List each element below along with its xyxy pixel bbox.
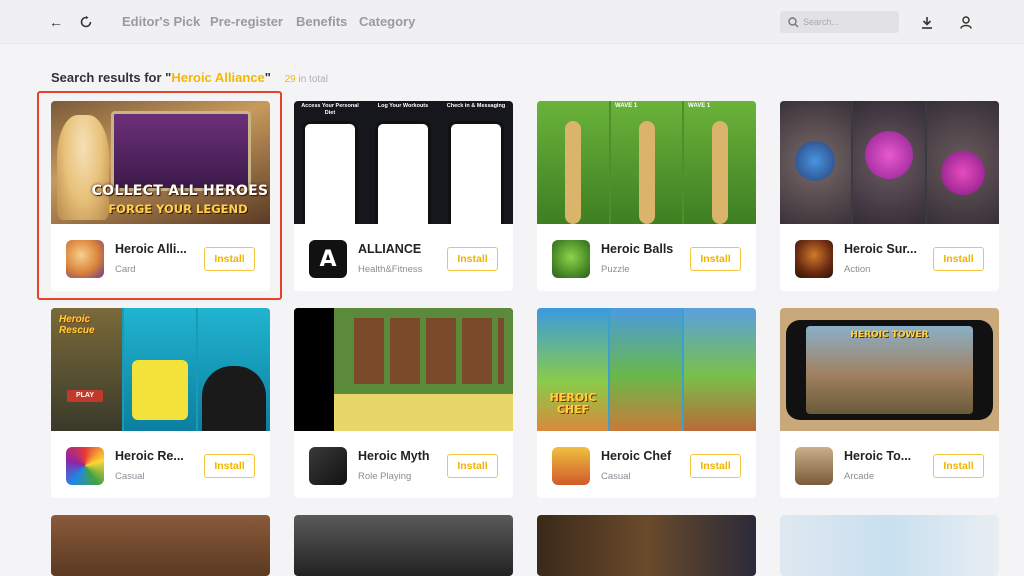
wave-label: WAVE 1	[615, 103, 638, 109]
app-name: Heroic Balls	[601, 242, 674, 256]
app-meta: Heroic Sur... Action Install	[780, 224, 999, 291]
app-name: Heroic Re...	[115, 449, 184, 463]
app-card-partial[interactable]	[537, 515, 756, 576]
results-count-label: in total	[298, 74, 328, 85]
top-bar: ← Editor's Pick Pre-register Benefits Ca…	[0, 0, 1024, 44]
app-meta: Heroic Alli... Card Install	[51, 224, 270, 291]
search-results-heading: Search results for "Heroic Alliance" 29 …	[51, 70, 328, 85]
app-screenshot	[51, 515, 270, 576]
app-meta: Heroic Myth Role Playing Install	[294, 431, 513, 498]
app-card-heroic-rescue[interactable]: Heroic Rescue PLAY Heroic Re... Casual I…	[51, 308, 270, 498]
install-button[interactable]: Install	[933, 454, 984, 478]
screenshot-title: Heroic Rescue	[59, 314, 95, 336]
app-screenshot: COLLECT ALL HEROES FORGE YOUR LEGEND	[51, 101, 270, 224]
results-count: 29 in total	[285, 74, 328, 85]
install-button[interactable]: Install	[690, 247, 741, 271]
app-card-heroic-tower[interactable]: HEROIC TOWER Heroic To... Arcade Install	[780, 308, 999, 498]
app-category: Casual	[601, 471, 631, 482]
app-meta: Heroic Re... Casual Install	[51, 431, 270, 498]
install-button[interactable]: Install	[447, 247, 498, 271]
screenshot-title: HEROIC CHEF	[549, 391, 597, 416]
play-label: PLAY	[67, 390, 103, 402]
app-category: Arcade	[844, 471, 875, 482]
user-icon	[960, 15, 972, 29]
app-icon: A	[309, 240, 347, 278]
app-card-alliance[interactable]: Access Your Personal Diet Log Your Worko…	[294, 101, 513, 291]
app-category: Role Playing	[358, 471, 412, 482]
results-count-number: 29	[284, 74, 296, 85]
app-icon	[309, 447, 347, 485]
arrow-left-icon: ←	[49, 14, 63, 30]
app-category: Card	[115, 264, 136, 275]
app-name: ALLIANCE	[358, 242, 422, 256]
app-meta: Heroic Chef Casual Install	[537, 431, 756, 498]
screenshot-text: COLLECT ALL HEROES	[91, 183, 269, 199]
install-button[interactable]: Install	[690, 454, 741, 478]
app-screenshot	[780, 515, 999, 576]
search-input[interactable]	[803, 17, 891, 27]
refresh-icon	[80, 16, 92, 28]
install-button[interactable]: Install	[204, 247, 255, 271]
app-screenshot: Access Your Personal Diet Log Your Worko…	[294, 101, 513, 224]
install-button[interactable]: Install	[447, 454, 498, 478]
app-screenshot: HEROIC CHEF	[537, 308, 756, 431]
back-button[interactable]: ←	[46, 12, 66, 32]
app-screenshot	[294, 308, 513, 431]
app-icon	[795, 447, 833, 485]
app-category: Puzzle	[601, 264, 630, 275]
app-card-partial[interactable]	[780, 515, 999, 576]
app-name: Heroic Alli...	[115, 242, 187, 256]
app-card-partial[interactable]	[51, 515, 270, 576]
panel-caption: Access Your Personal Diet	[301, 103, 359, 116]
wave-label: WAVE 1	[688, 103, 711, 109]
app-name: Heroic Sur...	[844, 242, 917, 256]
app-meta: Heroic Balls Puzzle Install	[537, 224, 756, 291]
app-screenshot: Heroic Rescue PLAY	[51, 308, 270, 431]
panel-caption: Check in & Messaging	[446, 103, 506, 109]
app-icon	[552, 447, 590, 485]
search-query: Heroic Alliance	[171, 70, 265, 85]
account-button[interactable]	[956, 12, 976, 32]
app-card-heroic-myth[interactable]: Heroic Myth Role Playing Install	[294, 308, 513, 498]
refresh-button[interactable]	[76, 12, 96, 32]
nav-category[interactable]: Category	[359, 14, 415, 29]
search-icon	[788, 16, 799, 27]
app-screenshot: HEROIC TOWER	[780, 308, 999, 431]
app-card-heroic-survival[interactable]: Heroic Sur... Action Install	[780, 101, 999, 291]
app-card-heroic-balls[interactable]: WAVE 1 WAVE 1 Heroic Balls Puzzle Instal…	[537, 101, 756, 291]
nav-pre-register[interactable]: Pre-register	[210, 14, 283, 29]
download-button[interactable]	[917, 12, 937, 32]
app-category: Health&Fitness	[358, 264, 423, 275]
heading-suffix: "	[264, 70, 271, 85]
download-icon	[922, 16, 932, 29]
app-icon	[552, 240, 590, 278]
app-icon	[795, 240, 833, 278]
install-button[interactable]: Install	[933, 247, 984, 271]
app-icon	[66, 447, 104, 485]
app-screenshot	[294, 515, 513, 576]
app-category: Casual	[115, 471, 145, 482]
app-meta: A ALLIANCE Health&Fitness Install	[294, 224, 513, 291]
nav-editors-pick[interactable]: Editor's Pick	[122, 14, 200, 29]
app-screenshot	[537, 515, 756, 576]
app-card-heroic-alliance[interactable]: COLLECT ALL HEROES FORGE YOUR LEGEND Her…	[51, 101, 270, 291]
app-name: Heroic Myth	[358, 449, 430, 463]
screenshot-text: FORGE YOUR LEGEND	[108, 202, 248, 216]
app-icon	[66, 240, 104, 278]
install-button[interactable]: Install	[204, 454, 255, 478]
app-card-heroic-chef[interactable]: HEROIC CHEF Heroic Chef Casual Install	[537, 308, 756, 498]
screenshot-title: HEROIC TOWER	[850, 330, 929, 340]
app-meta: Heroic To... Arcade Install	[780, 431, 999, 498]
nav-benefits[interactable]: Benefits	[296, 14, 347, 29]
app-screenshot	[780, 101, 999, 224]
search-box	[780, 11, 899, 33]
app-name: Heroic To...	[844, 449, 912, 463]
app-screenshot: WAVE 1 WAVE 1	[537, 101, 756, 224]
app-name: Heroic Chef	[601, 449, 672, 463]
app-card-partial[interactable]	[294, 515, 513, 576]
panel-caption: Log Your Workouts	[377, 103, 429, 109]
app-category: Action	[844, 264, 871, 275]
heading-prefix: Search results for "	[51, 70, 172, 85]
